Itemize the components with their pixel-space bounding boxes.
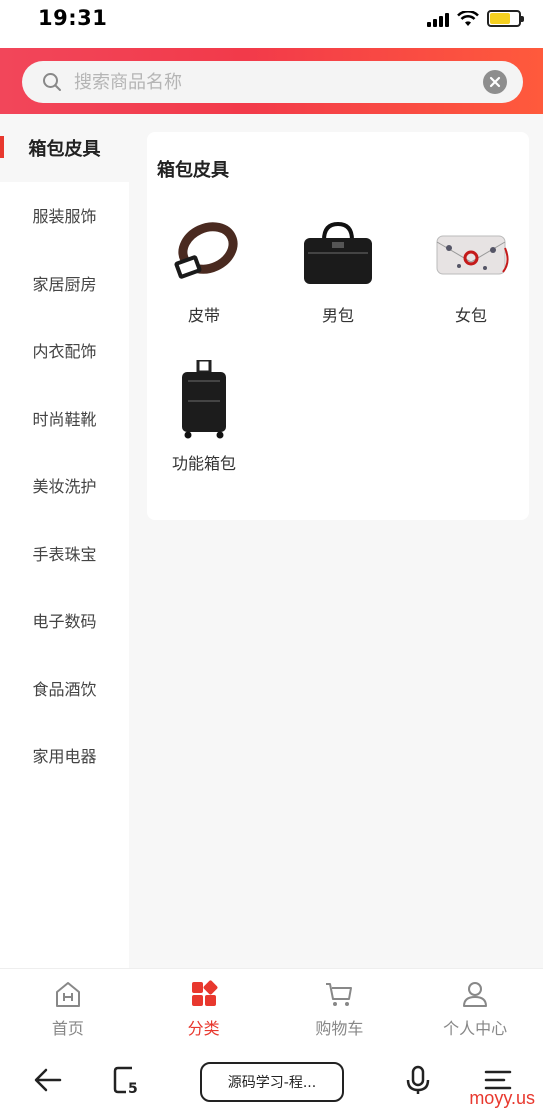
womens-bag-image [436, 235, 509, 275]
tab-cart[interactable]: 购物车 [272, 969, 408, 1048]
sidebar-item-watches-jewelry[interactable]: 手表珠宝 [0, 519, 129, 587]
sidebar-item-bags-leather[interactable]: 箱包皮具 [0, 114, 129, 182]
status-icons [427, 10, 524, 27]
address-bar-label: 源码学习-程... [227, 1075, 317, 1091]
home-icon [55, 982, 80, 1007]
sidebar-item-clothing[interactable]: 服装服饰 [0, 182, 129, 250]
cart-icon [326, 983, 353, 1006]
sidebar-item-food-drinks[interactable]: 食品酒饮 [0, 654, 129, 722]
browser-toolbar: 5 源码学习-程... moyy.us [0, 1048, 543, 1112]
subcategory-item-belt[interactable]: 皮带 [149, 212, 259, 326]
sidebar-item-label: 时尚鞋靴 [32, 409, 97, 429]
sidebar-item-beauty[interactable]: 美妆洗护 [0, 452, 129, 520]
tab-label: 购物车 [315, 1019, 364, 1038]
subcategory-label: 功能箱包 [171, 454, 236, 473]
subcategory-label: 皮带 [187, 306, 220, 325]
signal-icon [427, 11, 449, 27]
tab-profile[interactable]: 个人中心 [407, 969, 543, 1048]
sidebar-item-label: 箱包皮具 [28, 138, 101, 160]
subcategory-item-womens-bag[interactable]: 女包 [416, 212, 526, 326]
header [0, 48, 543, 114]
sidebar-item-home-kitchen[interactable]: 家居厨房 [0, 249, 129, 317]
tabs-icon[interactable]: 5 [112, 1064, 144, 1096]
tab-label: 个人中心 [443, 1019, 508, 1038]
sidebar-item-shoes[interactable]: 时尚鞋靴 [0, 384, 129, 452]
subcategory-card: 箱包皮具 皮带 男包 女包 功能箱包 [147, 132, 529, 520]
sidebar-item-label: 美妆洗护 [32, 477, 97, 497]
tab-label: 首页 [51, 1019, 84, 1038]
sidebar-item-label: 家居厨房 [32, 274, 97, 294]
subcategory-title: 箱包皮具 [157, 160, 229, 181]
sidebar-item-label: 手表珠宝 [32, 544, 97, 564]
sidebar-item-label: 内衣配饰 [32, 342, 97, 362]
search-box[interactable] [22, 61, 523, 103]
mens-bag-image [304, 221, 372, 284]
search-icon [43, 73, 61, 91]
sidebar-item-appliances[interactable]: 家用电器 [0, 722, 129, 790]
address-bar[interactable]: 源码学习-程... [200, 1062, 344, 1102]
status-bar: 19:31 [0, 0, 543, 48]
belt-image [174, 222, 238, 279]
sidebar-item-label: 家用电器 [32, 747, 97, 767]
sidebar-item-electronics[interactable]: 电子数码 [0, 587, 129, 655]
luggage-image [182, 360, 226, 439]
category-sidebar: 箱包皮具 服装服饰 家居厨房 内衣配饰 时尚鞋靴 美妆洗护 手表珠宝 电子数码 … [0, 114, 129, 968]
sidebar-item-label: 服装服饰 [32, 207, 97, 227]
user-icon [463, 982, 488, 1007]
sidebar-item-underwear-accessories[interactable]: 内衣配饰 [0, 317, 129, 385]
svg-text:5: 5 [128, 1081, 138, 1096]
tab-category[interactable]: 分类 [136, 969, 272, 1048]
watermark: moyy.us [469, 1088, 535, 1108]
tab-label: 分类 [187, 1019, 220, 1038]
battery-icon [487, 10, 524, 27]
sidebar-item-label: 电子数码 [32, 612, 97, 632]
search-input[interactable] [74, 71, 454, 93]
back-arrow-icon[interactable] [32, 1064, 64, 1096]
microphone-icon[interactable] [402, 1064, 434, 1096]
category-icon [191, 980, 218, 1006]
sidebar-item-label: 食品酒饮 [32, 679, 97, 699]
wifi-icon [457, 10, 479, 26]
status-time: 19:31 [38, 6, 108, 30]
subcategory-label: 女包 [454, 306, 487, 325]
subcategory-label: 男包 [321, 306, 354, 325]
subcategory-item-luggage[interactable]: 功能箱包 [149, 360, 259, 474]
bottom-tab-bar: 首页 分类 购物车 个人中心 [0, 968, 543, 1048]
tab-home[interactable]: 首页 [0, 969, 136, 1048]
clear-icon[interactable] [483, 70, 507, 94]
subcategory-item-mens-bag[interactable]: 男包 [283, 212, 393, 326]
